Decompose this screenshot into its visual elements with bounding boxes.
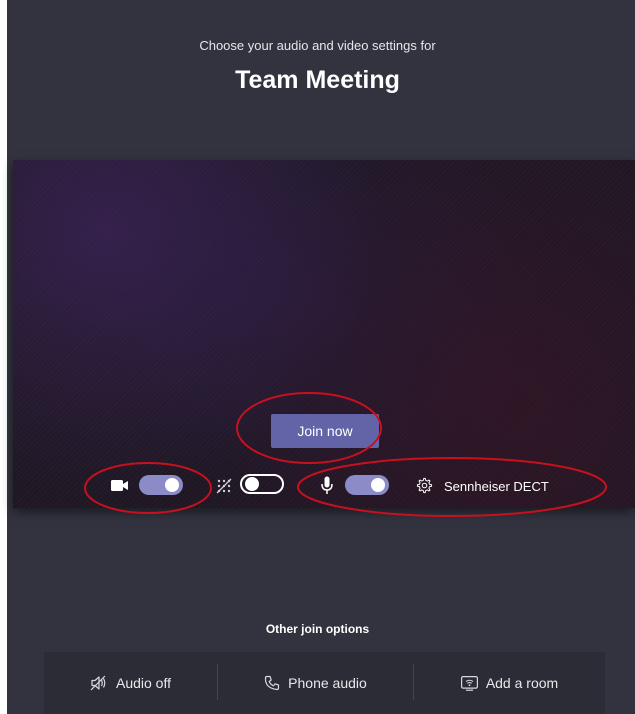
audio-off-option[interactable]: Audio off (44, 652, 217, 714)
cast-room-icon (460, 675, 478, 691)
window-edge (0, 0, 7, 714)
phone-audio-option[interactable]: Phone audio (218, 652, 413, 714)
background-blur-icon[interactable] (216, 478, 232, 494)
microphone-toggle[interactable] (345, 475, 389, 495)
join-now-button[interactable]: Join now (271, 414, 379, 448)
audio-device-label[interactable]: Sennheiser DECT (444, 479, 549, 494)
phone-audio-label: Phone audio (288, 675, 367, 691)
camera-toggle[interactable] (139, 475, 183, 495)
phone-icon (265, 675, 280, 691)
audio-off-label: Audio off (115, 675, 171, 691)
other-join-options-title: Other join options (265, 622, 370, 636)
meeting-title: Team Meeting (235, 66, 400, 94)
add-room-label: Add a room (485, 675, 559, 691)
other-join-options-bar: Audio off Phone audio Add a room (44, 652, 605, 714)
camera-toggle-knob (165, 478, 179, 492)
settings-subtitle: Choose your audio and video settings for (199, 38, 436, 53)
background-blur-toggle-knob (245, 477, 259, 491)
microphone-icon[interactable] (321, 476, 333, 495)
video-camera-icon[interactable] (111, 479, 129, 492)
gear-icon[interactable] (416, 477, 433, 494)
speaker-off-icon (90, 675, 106, 691)
microphone-toggle-knob (371, 478, 385, 492)
add-room-option[interactable]: Add a room (414, 652, 605, 714)
background-blur-toggle[interactable] (240, 474, 284, 494)
camera-preview (13, 160, 635, 508)
